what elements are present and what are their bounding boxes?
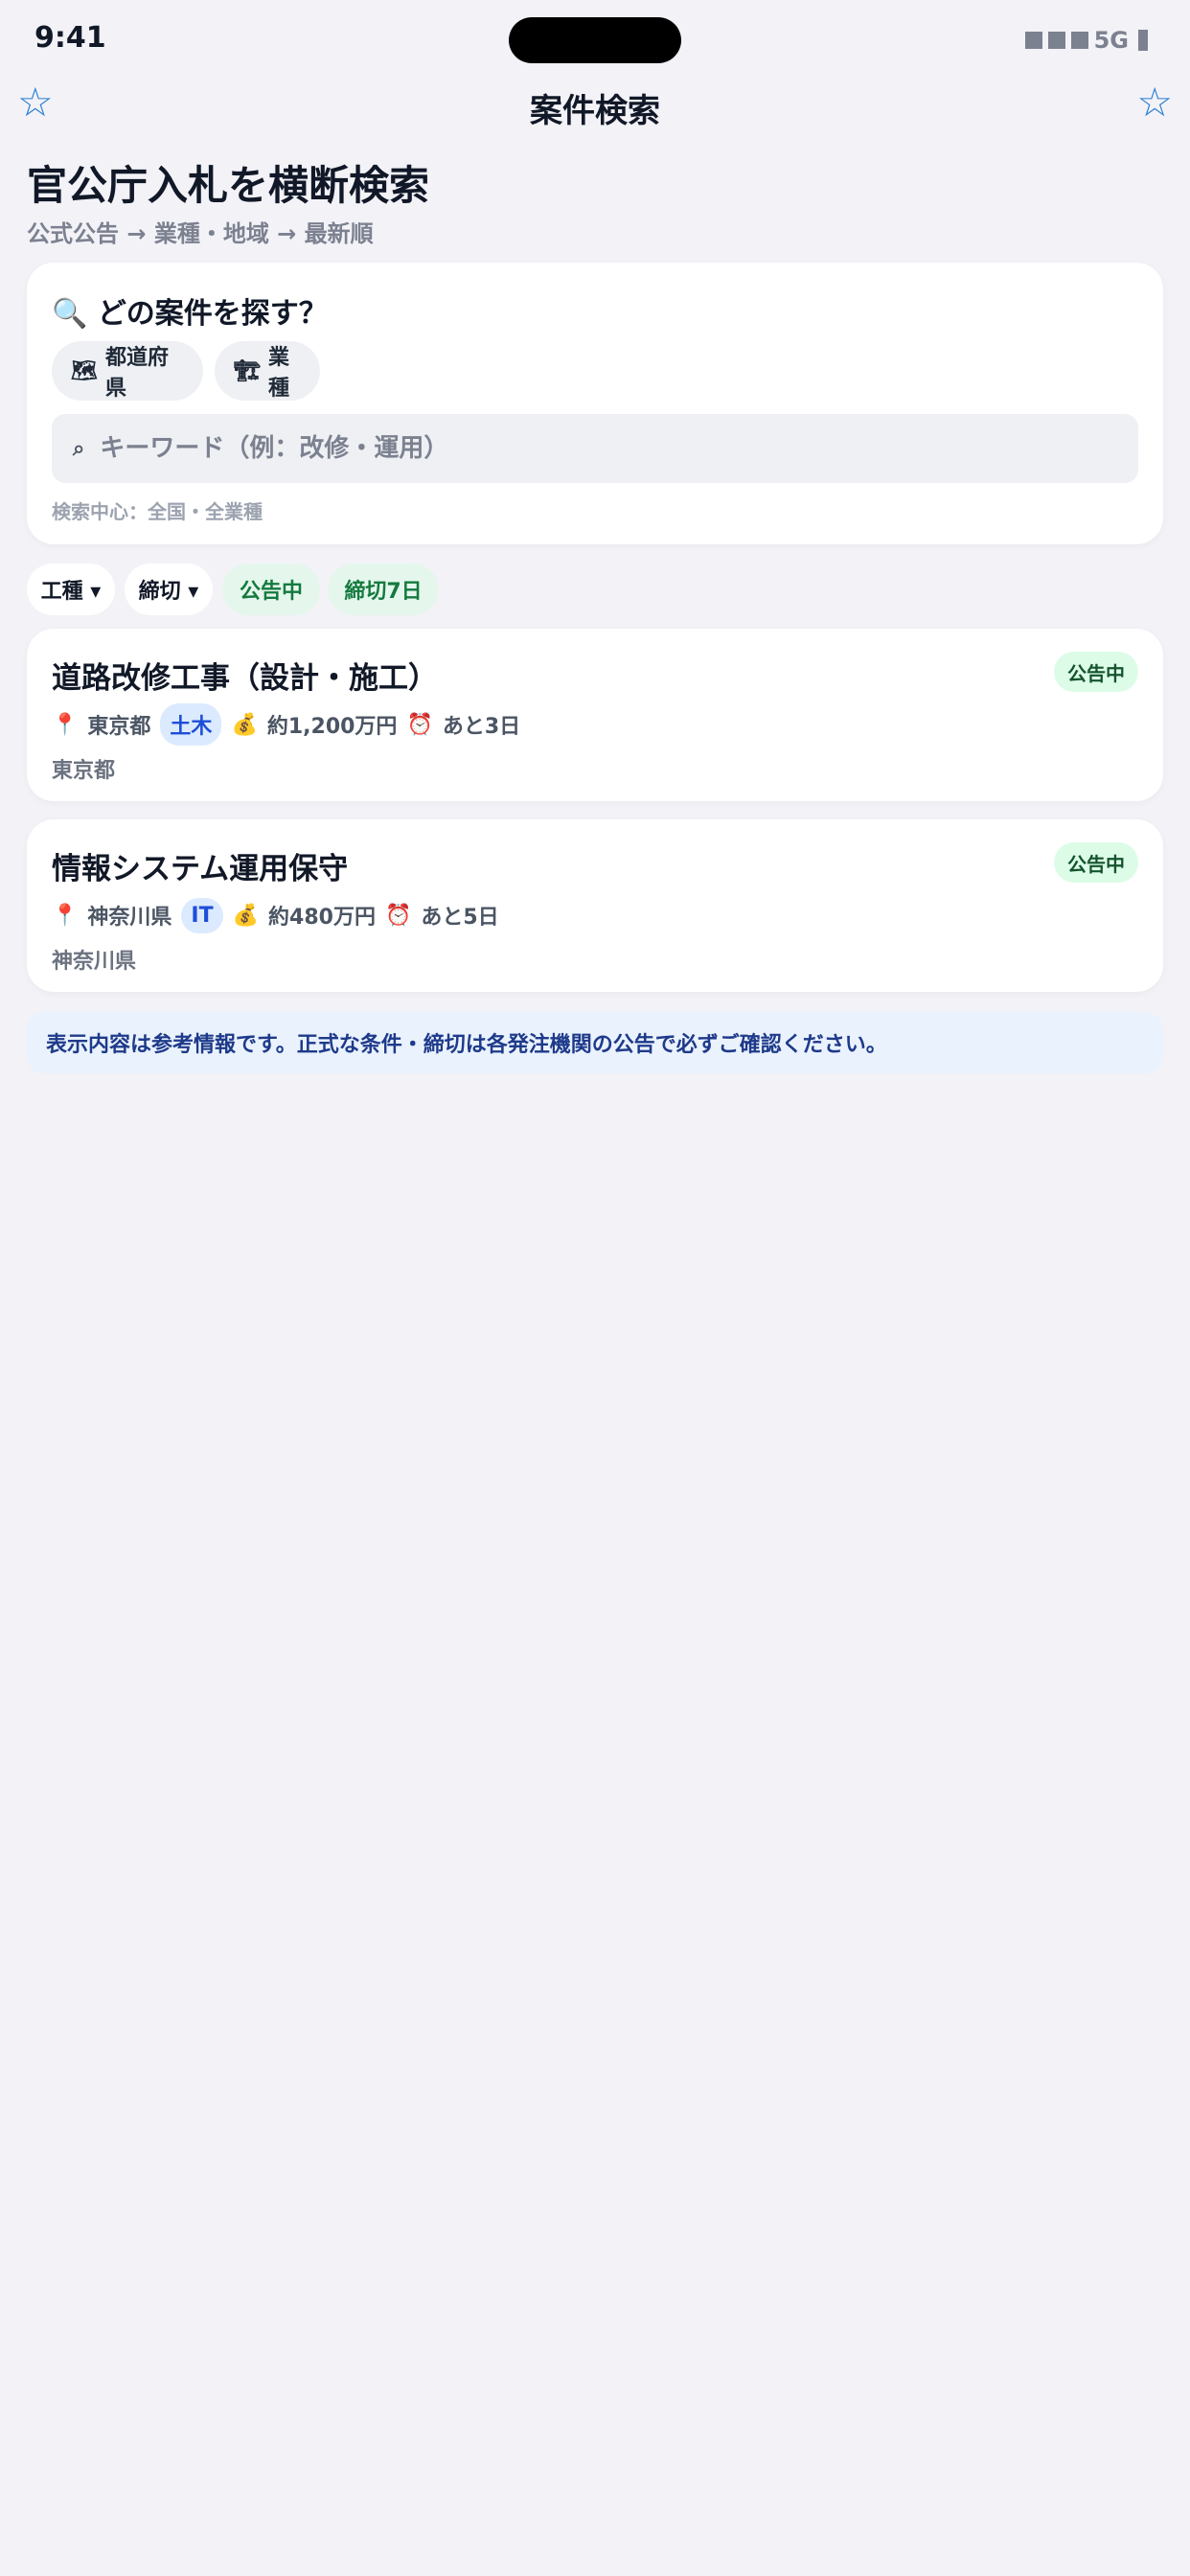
result-prefecture: 東京都 [87, 715, 151, 739]
result-location: 神奈川県 [52, 950, 137, 974]
category-tag: 土木 [160, 703, 222, 746]
result-title: 情報システム運用保守 [52, 852, 349, 886]
work-type-filter[interactable]: 工種 ▾ [27, 564, 115, 615]
status-badge: 公告中 [1054, 842, 1138, 883]
result-meta: 📍 東京都 土木 💰 約1,200万円 ⏰ あと3日 [52, 703, 521, 746]
search-scope-hint: 検索中心：全国・全業種 [52, 500, 263, 523]
search-heading-label: どの案件を探す？ [97, 297, 328, 331]
prefecture-chip-label: 都道府県 [104, 346, 169, 401]
search-heading: 🔍 どの案件を探す？ [52, 289, 328, 332]
search-card: 🔍 どの案件を探す？ 🗺 都道府県 🏗 業種 ⌕ 検索中心：全国・全業種 [27, 263, 1163, 544]
navigation-bar: ☆ 案件検索 ☆ [0, 80, 1190, 134]
result-meta: 📍 神奈川県 IT 💰 約480万円 ⏰ あと5日 [52, 896, 499, 934]
result-title: 道路改修工事（設計・施工） [52, 661, 438, 696]
money-icon: 💰 [231, 712, 258, 737]
map-icon: 🗺 [71, 358, 98, 383]
industry-chip[interactable]: 🏗 業種 [215, 341, 320, 401]
result-remaining: あと5日 [421, 906, 499, 930]
prefecture-chip[interactable]: 🗺 都道府県 [52, 341, 203, 401]
disclaimer-notice: 表示内容は参考情報です。正式な条件・締切は各発注機関の公告で必ずご確認ください。 [27, 1012, 1163, 1073]
alarm-clock-icon: ⏰ [384, 903, 412, 928]
construction-icon: 🏗 [234, 358, 261, 383]
pin-icon: 📍 [52, 712, 79, 737]
status-bar: 9:41 5G [0, 0, 1190, 80]
result-card[interactable]: 情報システム運用保守 公告中 📍 神奈川県 IT 💰 約480万円 ⏰ あと5日… [27, 819, 1163, 992]
industry-chip-label: 業種 [267, 346, 289, 401]
status-badge: 公告中 [1054, 652, 1138, 692]
network-label: 5G [1093, 27, 1129, 54]
result-remaining: あと3日 [442, 715, 521, 739]
deadline-filter[interactable]: 締切 ▾ [125, 564, 213, 615]
star-outline-icon[interactable]: ☆ [1136, 82, 1173, 123]
signal-icon [1070, 32, 1088, 49]
result-amount: 約480万円 [268, 906, 376, 930]
battery-icon [1138, 30, 1148, 51]
pin-icon: 📍 [52, 903, 79, 928]
status-indicators: 5G [1024, 27, 1148, 54]
open-status-filter[interactable]: 公告中 [222, 564, 320, 615]
signal-icon [1024, 32, 1042, 49]
deadline-7days-filter[interactable]: 締切7日 [328, 564, 439, 615]
result-amount: 約1,200万円 [266, 715, 398, 739]
result-card[interactable]: 道路改修工事（設計・施工） 公告中 📍 東京都 土木 💰 約1,200万円 ⏰ … [27, 629, 1163, 801]
page-subtitle: 公式公告 → 業種・地域 → 最新順 [27, 220, 374, 247]
magnifier-icon: ⌕ [73, 436, 85, 461]
keyword-input[interactable] [98, 433, 1061, 464]
status-time: 9:41 [34, 21, 106, 55]
result-location: 東京都 [52, 759, 116, 783]
category-tag: IT [181, 897, 223, 933]
search-icon: 🔍 [52, 297, 88, 331]
page-title: 官公庁入札を横断検索 [27, 162, 430, 209]
alarm-clock-icon: ⏰ [406, 712, 433, 737]
keyword-search-field[interactable]: ⌕ [52, 414, 1138, 483]
money-icon: 💰 [232, 903, 260, 928]
dynamic-island [509, 17, 681, 63]
result-prefecture: 神奈川県 [87, 906, 172, 930]
nav-title: 案件検索 [530, 92, 660, 130]
signal-icon [1047, 32, 1065, 49]
